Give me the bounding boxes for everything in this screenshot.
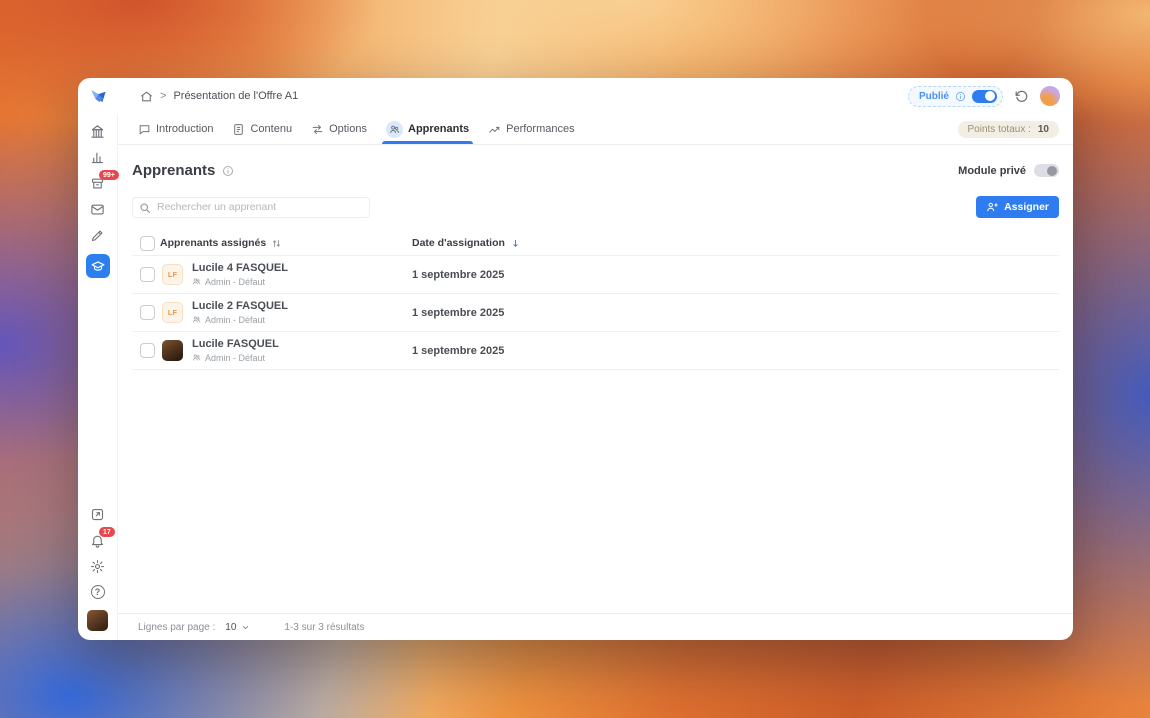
app-logo[interactable] bbox=[78, 87, 118, 106]
swap-arrows-icon bbox=[312, 124, 323, 134]
group-icon bbox=[192, 354, 201, 361]
notifications-badge: 17 bbox=[99, 527, 115, 537]
publish-toggle[interactable] bbox=[972, 89, 997, 103]
table-row[interactable]: LF Lucile 2 FASQUEL Admin - Défaut 1 sep… bbox=[132, 294, 1059, 332]
title-info-icon[interactable] bbox=[222, 165, 234, 177]
learner-name: Lucile FASQUEL bbox=[192, 338, 279, 351]
module-private-toggle[interactable] bbox=[1034, 164, 1059, 177]
learners-table: Apprenants assignés Date d'assignation L… bbox=[132, 231, 1059, 370]
module-private-control: Module privé bbox=[958, 164, 1059, 177]
inbox-icon[interactable]: 99+ bbox=[90, 170, 119, 191]
active-tab-underline bbox=[382, 141, 474, 144]
points-total-badge: Points totaux : 10 bbox=[957, 120, 1059, 138]
tab-apprenants[interactable]: Apprenants bbox=[382, 114, 474, 144]
graduation-cap-icon bbox=[91, 261, 104, 271]
assignment-date: 1 septembre 2025 bbox=[412, 268, 505, 281]
trend-chart-icon bbox=[489, 126, 500, 133]
organization-icon[interactable] bbox=[90, 124, 105, 139]
edit-pen-icon[interactable] bbox=[90, 228, 105, 243]
breadcrumb: > Présentation de l'Offre A1 bbox=[118, 90, 908, 103]
person-plus-icon bbox=[987, 202, 998, 212]
table-header-row: Apprenants assignés Date d'assignation bbox=[132, 231, 1059, 256]
assignment-date: 1 septembre 2025 bbox=[412, 306, 505, 319]
rows-per-page-select[interactable]: 10 bbox=[225, 622, 250, 633]
app-window: > Présentation de l'Offre A1 Publié 99+ … bbox=[78, 78, 1073, 640]
select-all-checkbox[interactable] bbox=[140, 235, 155, 251]
column-learners[interactable]: Apprenants assignés bbox=[160, 237, 412, 249]
learner-role: Admin - Défaut bbox=[192, 315, 288, 325]
tab-introduction[interactable]: Introduction bbox=[138, 114, 213, 144]
assign-button[interactable]: Assigner bbox=[976, 196, 1059, 218]
help-icon[interactable]: ? bbox=[90, 585, 105, 599]
search-box bbox=[132, 196, 370, 219]
avatar-initials: LF bbox=[162, 302, 183, 323]
notifications-bell-icon[interactable]: 17 bbox=[90, 527, 115, 548]
table-row[interactable]: Lucile FASQUEL Admin - Défaut 1 septembr… bbox=[132, 332, 1059, 370]
brand-logo-icon bbox=[90, 89, 106, 102]
page-title: Apprenants bbox=[132, 162, 234, 179]
sort-both-icon[interactable] bbox=[271, 238, 282, 249]
inbox-badge: 99+ bbox=[99, 170, 119, 180]
table-row[interactable]: LF Lucile 4 FASQUEL Admin - Défaut 1 sep… bbox=[132, 256, 1059, 294]
profile-avatar[interactable] bbox=[87, 610, 108, 631]
breadcrumb-page-title[interactable]: Présentation de l'Offre A1 bbox=[173, 90, 298, 102]
row-checkbox[interactable] bbox=[140, 267, 155, 282]
results-count: 1-3 sur 3 résultats bbox=[284, 621, 365, 633]
home-icon[interactable] bbox=[140, 90, 153, 103]
tab-bar: Introduction Contenu Options Apprenants bbox=[118, 114, 1073, 145]
content-panel: Apprenants Module privé Rechercher un ap… bbox=[118, 145, 1073, 640]
learner-name: Lucile 2 FASQUEL bbox=[192, 300, 288, 313]
column-date[interactable]: Date d'assignation bbox=[412, 237, 1059, 249]
statistics-icon[interactable] bbox=[90, 150, 105, 165]
learner-role: Admin - Défaut bbox=[192, 277, 288, 287]
user-avatar[interactable] bbox=[1040, 86, 1060, 106]
breadcrumb-separator: > bbox=[160, 90, 167, 102]
search-icon bbox=[139, 201, 151, 219]
main-area: Introduction Contenu Options Apprenants bbox=[118, 114, 1073, 640]
publish-label: Publié bbox=[918, 90, 949, 102]
mail-icon[interactable] bbox=[90, 202, 105, 217]
tab-contenu[interactable]: Contenu bbox=[232, 114, 292, 144]
publish-status-pill[interactable]: Publié bbox=[907, 85, 1003, 107]
row-checkbox[interactable] bbox=[140, 343, 155, 358]
rows-per-page-label: Lignes par page : bbox=[138, 621, 216, 633]
document-icon bbox=[234, 123, 244, 135]
external-link-icon[interactable] bbox=[90, 507, 105, 522]
sort-desc-icon[interactable] bbox=[510, 238, 521, 249]
people-icon bbox=[386, 120, 403, 138]
header-actions: Publié bbox=[907, 85, 1073, 107]
group-icon bbox=[192, 278, 201, 285]
tab-performances[interactable]: Performances bbox=[488, 114, 575, 144]
learner-name: Lucile 4 FASQUEL bbox=[192, 262, 288, 275]
settings-gear-icon[interactable] bbox=[90, 559, 105, 574]
assignment-date: 1 septembre 2025 bbox=[412, 344, 505, 357]
tab-options[interactable]: Options bbox=[311, 114, 367, 144]
row-checkbox[interactable] bbox=[140, 305, 155, 320]
avatar-initials: LF bbox=[162, 264, 183, 285]
pagination-bar: Lignes par page : 10 1-3 sur 3 résultats bbox=[118, 613, 1073, 640]
top-header: > Présentation de l'Offre A1 Publié bbox=[78, 78, 1073, 114]
chat-icon bbox=[139, 124, 150, 134]
left-sidebar: 99+ 17 ? bbox=[78, 114, 119, 640]
search-input[interactable] bbox=[132, 196, 370, 218]
history-icon[interactable] bbox=[1014, 89, 1029, 104]
group-icon bbox=[192, 316, 201, 323]
avatar-photo bbox=[162, 340, 183, 361]
sidebar-item-courses-active[interactable] bbox=[85, 254, 110, 278]
publish-info-icon[interactable] bbox=[955, 91, 966, 102]
learner-role: Admin - Défaut bbox=[192, 353, 279, 363]
chevron-down-icon bbox=[243, 625, 249, 629]
